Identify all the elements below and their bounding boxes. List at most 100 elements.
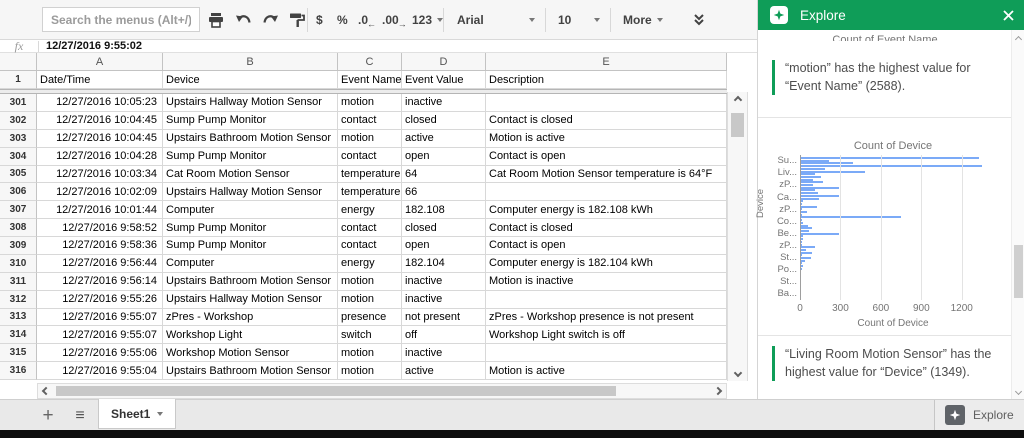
cell[interactable]: Date/Time [37,71,163,89]
cell[interactable]: Cat Room Motion Sensor temperature is 64… [486,165,727,184]
cell[interactable]: Motion is active [486,129,727,148]
cell[interactable]: Upstairs Bathroom Motion Sensor [163,129,338,148]
vertical-scrollbar[interactable] [727,92,748,381]
panel-scroll-up-arrow[interactable] [1012,32,1024,46]
row-number[interactable]: 315 [0,344,37,363]
explore-toggle-button[interactable]: Explore [934,400,1024,430]
cell[interactable]: 12/27/2016 10:02:09 [37,183,163,202]
cell[interactable]: Motion is active [486,362,727,380]
redo-icon[interactable] [259,10,281,30]
cell[interactable]: contact [338,237,402,255]
cell[interactable]: Upstairs Bathroom Motion Sensor [163,272,338,291]
row-number[interactable]: 309 [0,237,37,255]
row-number[interactable]: 303 [0,129,37,148]
cell[interactable]: Upstairs Hallway Motion Sensor [163,290,338,309]
row-number[interactable]: 305 [0,165,37,184]
cell[interactable]: 12/27/2016 10:03:34 [37,165,163,184]
cell[interactable]: Device [163,71,338,89]
scroll-up-arrow[interactable] [728,92,747,108]
column-header-e[interactable]: E [486,53,727,71]
cell[interactable]: 12/27/2016 10:04:28 [37,147,163,166]
all-sheets-icon[interactable]: ≡ [68,404,92,428]
cell[interactable]: 12/27/2016 10:05:23 [37,94,163,112]
row-number[interactable]: 312 [0,290,37,309]
cell[interactable]: energy [338,201,402,220]
column-header-c[interactable]: C [338,53,402,71]
cell[interactable]: inactive [402,272,486,291]
cell[interactable]: Upstairs Bathroom Motion Sensor [163,362,338,380]
cell[interactable]: Sump Pump Monitor [163,111,338,130]
undo-icon[interactable] [232,10,254,30]
cell[interactable]: motion [338,290,402,309]
cell[interactable] [486,183,727,202]
cell[interactable]: Event Name [338,71,402,89]
cell[interactable]: zPres - Workshop presence is not present [486,308,727,327]
cell[interactable]: 182.104 [402,254,486,273]
cell[interactable]: Contact is open [486,147,727,166]
cell[interactable]: contact [338,219,402,237]
cell[interactable]: Sump Pump Monitor [163,219,338,237]
column-header-d[interactable]: D [402,53,486,71]
cell[interactable]: off [402,326,486,345]
sheet-tab-sheet1[interactable]: Sheet1 [98,399,177,429]
cell[interactable]: Upstairs Hallway Motion Sensor [163,183,338,202]
cell[interactable]: 12/27/2016 9:56:14 [37,272,163,291]
cell[interactable]: 12/27/2016 9:58:36 [37,237,163,255]
row-number[interactable]: 311 [0,272,37,291]
print-icon[interactable] [205,10,227,30]
column-header-b[interactable]: B [163,53,338,71]
collapse-toolbar-icon[interactable] [688,10,710,30]
row-number[interactable]: 302 [0,111,37,130]
cell[interactable]: Computer [163,254,338,273]
cell[interactable]: 12/27/2016 9:58:52 [37,219,163,237]
cell[interactable]: open [402,237,486,255]
cell[interactable]: Description [486,71,727,89]
column-header-a[interactable]: A [37,53,163,71]
cell[interactable]: temperature [338,165,402,184]
cell[interactable]: closed [402,219,486,237]
formula-input[interactable]: 12/27/2016 9:55:02 [39,40,142,52]
cell[interactable]: 12/27/2016 9:55:04 [37,362,163,380]
cell[interactable]: motion [338,272,402,291]
row-number[interactable]: 308 [0,219,37,237]
cell[interactable]: active [402,362,486,380]
horizontal-scroll-thumb[interactable] [56,386,616,396]
cell[interactable]: energy [338,254,402,273]
cell[interactable]: motion [338,344,402,363]
cell[interactable]: 12/27/2016 9:56:44 [37,254,163,273]
decrease-decimal-button[interactable]: .0 ← [358,0,377,40]
cell[interactable]: closed [402,111,486,130]
cell[interactable]: Event Value [402,71,486,89]
horizontal-scrollbar[interactable] [37,383,727,399]
cell[interactable]: inactive [402,344,486,363]
row-number[interactable]: 301 [0,94,37,112]
row-number[interactable]: 314 [0,326,37,345]
search-menus-input[interactable] [42,7,200,32]
cell[interactable]: contact [338,147,402,166]
panel-scroll-down-arrow[interactable] [1012,384,1024,398]
row-number[interactable]: 313 [0,308,37,327]
cell[interactable]: inactive [402,94,486,112]
cell[interactable]: 12/27/2016 9:55:06 [37,344,163,363]
cell[interactable]: temperature [338,183,402,202]
select-all-corner[interactable] [0,53,37,71]
cell[interactable]: inactive [402,290,486,309]
cell[interactable]: active [402,129,486,148]
cell[interactable]: Contact is open [486,237,727,255]
cell[interactable] [486,290,727,309]
cell[interactable]: Workshop Light switch is off [486,326,727,345]
device-count-chart[interactable]: Su... Liv... zP... Ca... zP... Co... Be... zP..… [777,155,986,300]
row-number[interactable]: 310 [0,254,37,273]
cell[interactable]: zPres - Workshop [163,308,338,327]
cell[interactable]: not present [402,308,486,327]
cell[interactable]: Sump Pump Monitor [163,237,338,255]
insight-card-device[interactable]: “Living Room Motion Sensor” has the high… [772,346,1000,381]
close-icon[interactable] [1003,9,1014,21]
scroll-right-arrow[interactable] [710,384,726,398]
scroll-down-arrow[interactable] [728,365,747,381]
cell[interactable]: Computer energy is 182.104 kWh [486,254,727,273]
cell[interactable]: 12/27/2016 9:55:07 [37,308,163,327]
panel-scroll-thumb[interactable] [1014,245,1023,298]
panel-scrollbar[interactable] [1011,30,1024,400]
cell[interactable]: Computer energy is 182.108 kWh [486,201,727,220]
